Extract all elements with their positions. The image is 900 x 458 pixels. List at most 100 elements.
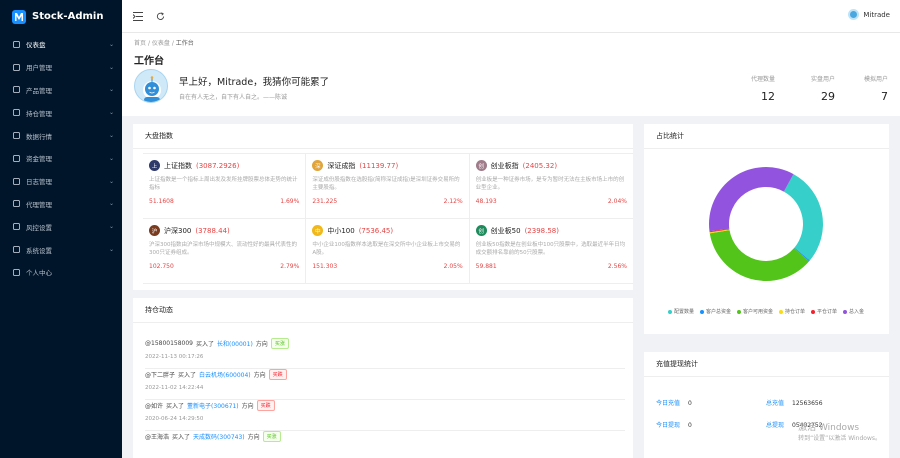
user-menu[interactable]: Mitrade	[848, 9, 890, 20]
sidebar-item-position[interactable]: 持仓管理 ⌄	[0, 101, 122, 124]
feed-stock-link[interactable]: 天成数码(300743)	[193, 432, 245, 441]
feed-action: 买入了	[196, 341, 215, 348]
index-change: 2.56%	[607, 263, 627, 270]
windows-watermark: 激活 Windows 转到“设置”以激活 Windows。	[798, 420, 881, 442]
greeting-text: 早上好，Mitrade，我猜你可能累了	[179, 77, 330, 88]
feed-direction-label: 方向	[253, 372, 266, 379]
feed-action: 买入了	[166, 403, 185, 410]
legend-item[interactable]: 客户可用资金	[736, 308, 773, 315]
market-index-item[interactable]: 上上证指数 (3087.2926) 上证指数是一个指标上周出发及发所挂牌股票总体走势…	[143, 154, 307, 219]
legend-dot-icon	[699, 309, 704, 314]
risk-icon	[12, 223, 20, 231]
legend-item[interactable]: 总入金	[843, 308, 864, 315]
total-recharge-value: 12563656	[792, 400, 823, 407]
feed-stock-link[interactable]: 白云机场(600004)	[199, 370, 251, 379]
today-recharge-value: 0	[688, 400, 692, 407]
motto-text: 自在有人无之，自下有人自之。——陈诚	[179, 94, 288, 101]
market-index-item[interactable]: 创创业板50 (2398.58) 创业板50指数是在创业板中100只股票中，选取最近…	[469, 219, 633, 284]
index-volume: 151.303	[312, 263, 338, 270]
index-volume: 51.1608	[149, 198, 174, 205]
total-recharge[interactable]: 总充值 12563656	[766, 398, 823, 407]
watermark-line2: 转到“设置”以激活 Windows。	[798, 435, 881, 442]
sidebar-item-settings[interactable]: 系统设置 ⌄	[0, 238, 122, 261]
market-index-item[interactable]: 中中小100 (7536.45) 中小企业100指数样本选取是在深交所中小企业板上市…	[306, 219, 470, 284]
user-avatar-large	[134, 69, 168, 103]
breadcrumb-dashboard[interactable]: 仪表盘	[152, 40, 170, 47]
sidebar-item-profile[interactable]: 个人中心	[0, 261, 122, 284]
chart-legend: 配置数量 客户总资金 客户可用资金 持仓订单 平仓订单 总入金	[652, 308, 880, 315]
index-description: 创业板是一种证券市场，是专为暂时无法在主板市场上市的创业型企业。	[475, 177, 625, 191]
legend-item[interactable]: 客户总资金	[699, 308, 731, 315]
legend-dot-icon	[667, 309, 672, 314]
legend-dot-icon	[779, 309, 783, 314]
sidebar-item-dashboard[interactable]: 仪表盘 ⌄	[0, 33, 122, 56]
logo-icon	[12, 9, 26, 24]
market-index-item[interactable]: 创创业板指 (2405.32) 创业板是一种证券市场，是专为暂时无法在主板市场上市的…	[469, 154, 633, 219]
market-index-card: 大盘指数 上上证指数 (3087.2926) 上证指数是一个指标上周出发及发所挂牌股…	[133, 124, 633, 290]
feed-stock-link[interactable]: 长和(00001)	[217, 339, 253, 348]
breadcrumb: 首页 / 仪表盘 / 工作台	[134, 40, 194, 47]
feed-direction-label: 方向	[255, 341, 268, 348]
market-index-item[interactable]: 沪沪深300 (3788.44) 沪深300指数由沪深市场中规模大、流动性好的最具代…	[143, 219, 307, 284]
stat-label: 实盘用户	[810, 76, 835, 83]
direction-tag: 买涨	[262, 431, 281, 442]
stat-label: 代理数量	[750, 76, 775, 83]
feed-item: @如许 买入了 董新电子(300671) 方向 买跌 2020-06-24 14:29:5…	[145, 400, 625, 431]
menu-fold-icon[interactable]	[132, 10, 144, 22]
sidebar-item-fund[interactable]: 资金管理 ⌄	[0, 147, 122, 170]
index-price: (2405.32)	[522, 161, 558, 170]
market-index-item[interactable]: 深深证成指 (11139.77) 深证成份股指数在选股指(简称深证成指)是深圳证券交…	[306, 154, 470, 219]
market-icon	[12, 132, 20, 140]
index-change: 2.12%	[443, 198, 463, 205]
app-logo[interactable]: Stock-Admin	[0, 0, 122, 33]
index-icon: 深	[312, 160, 324, 171]
feed-card-title: 持仓动态	[133, 298, 633, 323]
sidebar-item-product[interactable]: 产品管理 ⌄	[0, 79, 122, 102]
stat-value: 12	[761, 90, 775, 103]
stat-label: 模拟用户	[863, 76, 888, 83]
sidebar-item-market[interactable]: 数据行情 ⌄	[0, 124, 122, 147]
total-withdraw-label: 总提现	[766, 422, 785, 429]
legend-label: 客户总资金	[705, 309, 731, 315]
sidebar-item-label: 风控设置	[26, 223, 52, 232]
breadcrumb-home[interactable]: 首页	[134, 40, 146, 47]
market-index-grid: 上上证指数 (3087.2926) 上证指数是一个指标上周出发及发所挂牌股票总体走势…	[143, 153, 633, 284]
feed-stock-link[interactable]: 董新电子(300671)	[187, 401, 239, 410]
sidebar-item-risk[interactable]: 风控设置 ⌄	[0, 215, 122, 238]
donut-slice-0[interactable]	[783, 174, 823, 261]
today-withdraw[interactable]: 今日提现 0	[656, 420, 692, 429]
sidebar: Stock-Admin 仪表盘 ⌄ 用户管理 ⌄ 产品管理 ⌄ 持仓管理 ⌄ 数据行情 ⌄ 资金管理…	[0, 0, 122, 458]
sidebar-item-log[interactable]: 日志管理 ⌄	[0, 170, 122, 193]
page-title: 工作台	[134, 56, 164, 67]
legend-item[interactable]: 配置数量	[667, 308, 694, 315]
index-description: 深证成份股指数在选股指(简称深证成指)是深圳证券交易所的主要股指。	[312, 177, 460, 191]
chevron-down-icon: ⌄	[108, 177, 114, 185]
index-price: (3087.2926)	[196, 161, 240, 170]
feed-item: @15800158009 买入了 长和(00001) 方向 买涨 2022-11-13 0…	[145, 338, 625, 369]
chevron-down-icon: ⌄	[108, 132, 114, 140]
chevron-down-icon: ⌄	[108, 40, 114, 48]
direction-tag: 买涨	[270, 338, 289, 349]
avatar	[848, 9, 860, 20]
feed-item: @王海浩 买入了 天成数码(300743) 方向 买涨	[145, 431, 625, 458]
today-recharge[interactable]: 今日充值 0	[656, 398, 692, 407]
sidebar-item-user-manage[interactable]: 用户管理 ⌄	[0, 56, 122, 79]
log-icon	[12, 177, 20, 185]
legend-dot-icon	[843, 309, 848, 314]
watermark-line1: 激活 Windows	[798, 423, 860, 433]
legend-item[interactable]: 持仓订单	[779, 308, 805, 315]
sidebar-item-label: 日志管理	[26, 178, 52, 187]
index-icon: 上	[149, 160, 160, 171]
donut-slice-2[interactable]	[709, 230, 810, 281]
index-icon: 沪	[149, 225, 160, 236]
sidebar-item-label: 持仓管理	[26, 109, 52, 118]
today-recharge-label: 今日充值	[656, 400, 681, 407]
chevron-down-icon: ⌄	[108, 223, 114, 231]
legend-item[interactable]: 平仓订单	[811, 308, 837, 315]
index-icon: 中	[312, 225, 324, 236]
feed-time: 2020-06-24 14:29:50	[145, 416, 204, 422]
page-header: 首页 / 仪表盘 / 工作台 工作台 早上好，Mitrade，我猜你可能累了 自…	[122, 33, 900, 116]
sidebar-item-agent[interactable]: 代理管理 ⌄	[0, 193, 122, 216]
donut-slice-5[interactable]	[709, 167, 794, 232]
refresh-icon[interactable]	[154, 10, 166, 22]
